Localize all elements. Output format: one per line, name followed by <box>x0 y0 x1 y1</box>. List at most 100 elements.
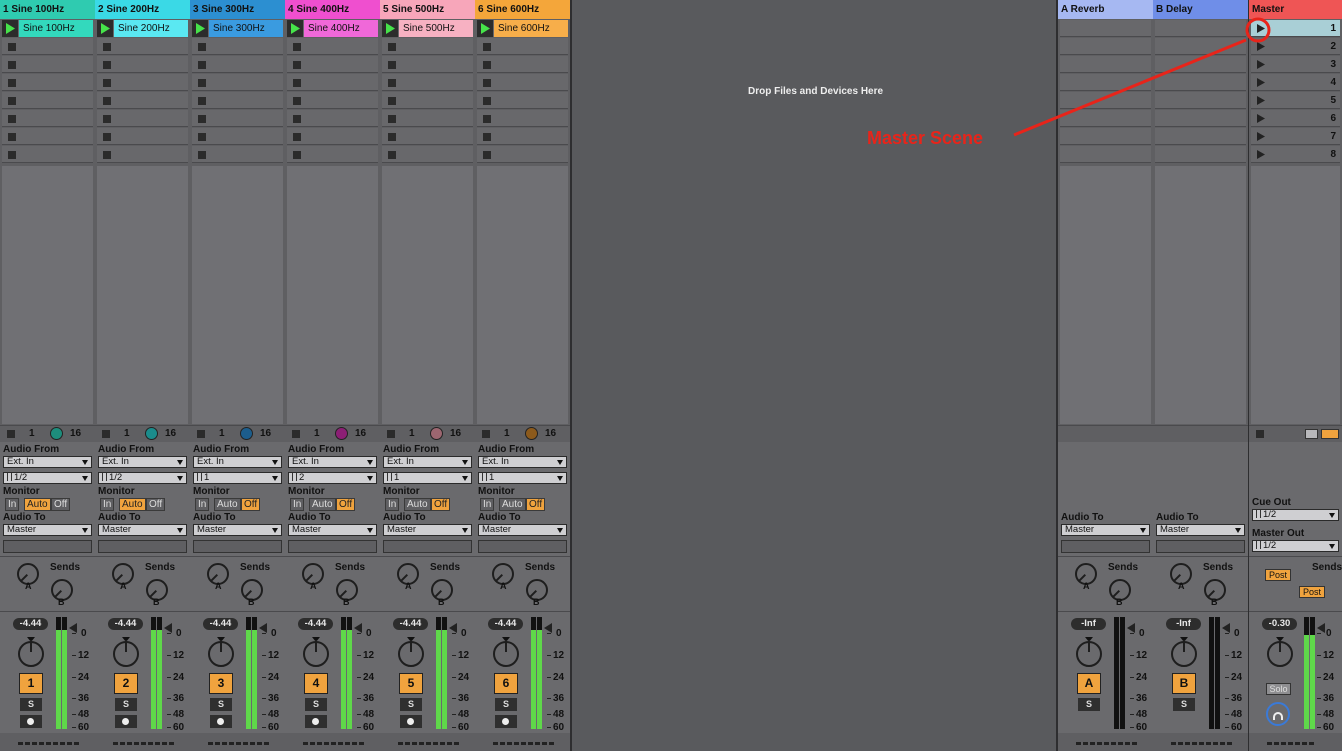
monitor-auto-button[interactable]: Auto <box>309 498 336 511</box>
audio-from-type-select[interactable]: Ext. In <box>478 456 567 468</box>
clip-slot[interactable]: Sine 200Hz <box>97 20 188 37</box>
empty-clip-slot[interactable] <box>382 56 473 73</box>
monitor-off-button[interactable]: Off <box>146 498 166 511</box>
audio-from-channel-select[interactable]: 1 <box>383 472 472 484</box>
audio-to-select[interactable]: Master <box>1156 524 1245 536</box>
return-activator-button[interactable]: B <box>1172 673 1196 694</box>
monitor-in-button[interactable]: In <box>290 498 305 511</box>
audio-to-select[interactable]: Master <box>288 524 377 536</box>
track-activator-button[interactable]: 2 <box>114 673 138 694</box>
empty-clip-slot[interactable] <box>287 38 378 55</box>
audio-to-select[interactable]: Master <box>1061 524 1150 536</box>
clip-play-button[interactable] <box>382 20 398 37</box>
monitor-in-button[interactable]: In <box>195 498 210 511</box>
monitor-in-button[interactable]: In <box>100 498 115 511</box>
pan-knob[interactable] <box>398 640 424 667</box>
track-header[interactable]: 3 Sine 300Hz <box>190 0 285 19</box>
empty-clip-slot[interactable] <box>192 128 283 145</box>
empty-clip-slot[interactable] <box>287 92 378 109</box>
monitor-off-button[interactable]: Off <box>51 498 71 511</box>
solo-button[interactable]: S <box>1078 698 1100 711</box>
clip-slot[interactable]: Sine 400Hz <box>287 20 378 37</box>
track-header[interactable]: 4 Sine 400Hz <box>285 0 380 19</box>
empty-clip-slot[interactable] <box>2 74 93 91</box>
empty-clip-slot[interactable] <box>97 128 188 145</box>
empty-clip-slot[interactable] <box>192 38 283 55</box>
empty-clip-slot[interactable] <box>477 38 568 55</box>
audio-to-select[interactable]: Master <box>383 524 472 536</box>
empty-clip-slot[interactable] <box>287 128 378 145</box>
routing-blank-field[interactable] <box>98 540 187 553</box>
clip-play-button[interactable] <box>287 20 303 37</box>
empty-clip-slot[interactable] <box>97 146 188 163</box>
monitor-auto-button[interactable]: Auto <box>214 498 241 511</box>
clip-play-button[interactable] <box>2 20 18 37</box>
monitor-off-button[interactable]: Off <box>241 498 261 511</box>
empty-clip-slot[interactable] <box>382 146 473 163</box>
empty-clip-slot[interactable] <box>477 92 568 109</box>
arm-button[interactable] <box>210 715 232 728</box>
audio-to-select[interactable]: Master <box>98 524 187 536</box>
stop-button[interactable] <box>197 430 205 438</box>
scene-launch-button[interactable]: 1 <box>1251 20 1340 37</box>
volume-field[interactable]: -4.44 <box>13 618 48 630</box>
scene-launch-button[interactable]: 2 <box>1251 38 1340 55</box>
empty-clip-slot[interactable] <box>382 38 473 55</box>
scene-launch-icon[interactable] <box>1321 429 1339 439</box>
follow-icon[interactable] <box>1305 429 1318 439</box>
track-header[interactable]: 5 Sine 500Hz <box>380 0 475 19</box>
pan-knob[interactable] <box>208 640 234 667</box>
empty-clip-slot[interactable] <box>382 110 473 127</box>
audio-from-type-select[interactable]: Ext. In <box>3 456 92 468</box>
audio-from-type-select[interactable]: Ext. In <box>193 456 282 468</box>
audio-from-channel-select[interactable]: 1 <box>193 472 282 484</box>
track-activator-button[interactable]: 6 <box>494 673 518 694</box>
clip-play-button[interactable] <box>97 20 113 37</box>
empty-clip-slot[interactable] <box>97 92 188 109</box>
audio-from-channel-select[interactable]: 1/2 <box>98 472 187 484</box>
monitor-off-button[interactable]: Off <box>526 498 546 511</box>
empty-clip-slot[interactable] <box>382 128 473 145</box>
empty-clip-slot[interactable] <box>2 92 93 109</box>
empty-clip-slot[interactable] <box>477 56 568 73</box>
clip-name[interactable]: Sine 400Hz <box>304 20 378 37</box>
clip-slot[interactable]: Sine 600Hz <box>477 20 568 37</box>
solo-button[interactable]: S <box>305 698 327 711</box>
volume-field[interactable]: -4.44 <box>108 618 143 630</box>
empty-clip-slot[interactable] <box>477 74 568 91</box>
audio-from-channel-select[interactable]: 1/2 <box>3 472 92 484</box>
scene-launch-button[interactable]: 4 <box>1251 74 1340 91</box>
empty-clip-slot[interactable] <box>477 110 568 127</box>
track-activator-button[interactable]: 3 <box>209 673 233 694</box>
return-track-header[interactable]: B Delay <box>1153 0 1248 19</box>
pan-knob[interactable] <box>18 640 44 667</box>
volume-field[interactable]: -4.44 <box>393 618 428 630</box>
master-volume-field[interactable]: -0.30 <box>1262 618 1297 630</box>
clip-slot[interactable]: Sine 100Hz <box>2 20 93 37</box>
empty-clip-slot[interactable] <box>382 74 473 91</box>
solo-button[interactable]: S <box>1173 698 1195 711</box>
volume-field[interactable]: -Inf <box>1166 618 1201 630</box>
routing-blank-field[interactable] <box>3 540 92 553</box>
stop-all-clips-button[interactable] <box>1256 430 1264 438</box>
clip-play-button[interactable] <box>477 20 493 37</box>
monitor-off-button[interactable]: Off <box>431 498 451 511</box>
empty-clip-slot[interactable] <box>477 146 568 163</box>
audio-to-select[interactable]: Master <box>3 524 92 536</box>
solo-button[interactable]: S <box>495 698 517 711</box>
clip-name[interactable]: Sine 100Hz <box>19 20 93 37</box>
empty-clip-slot[interactable] <box>382 92 473 109</box>
clip-slot[interactable]: Sine 300Hz <box>192 20 283 37</box>
arm-button[interactable] <box>115 715 137 728</box>
solo-button[interactable]: S <box>115 698 137 711</box>
pan-knob[interactable] <box>303 640 329 667</box>
solo-button[interactable]: S <box>400 698 422 711</box>
monitor-off-button[interactable]: Off <box>336 498 356 511</box>
arm-button[interactable] <box>305 715 327 728</box>
solo-button[interactable]: S <box>20 698 42 711</box>
monitor-auto-button[interactable]: Auto <box>24 498 51 511</box>
monitor-auto-button[interactable]: Auto <box>404 498 431 511</box>
solo-button[interactable]: Solo <box>1266 683 1291 695</box>
clip-name[interactable]: Sine 600Hz <box>494 20 568 37</box>
empty-clip-slot[interactable] <box>477 128 568 145</box>
